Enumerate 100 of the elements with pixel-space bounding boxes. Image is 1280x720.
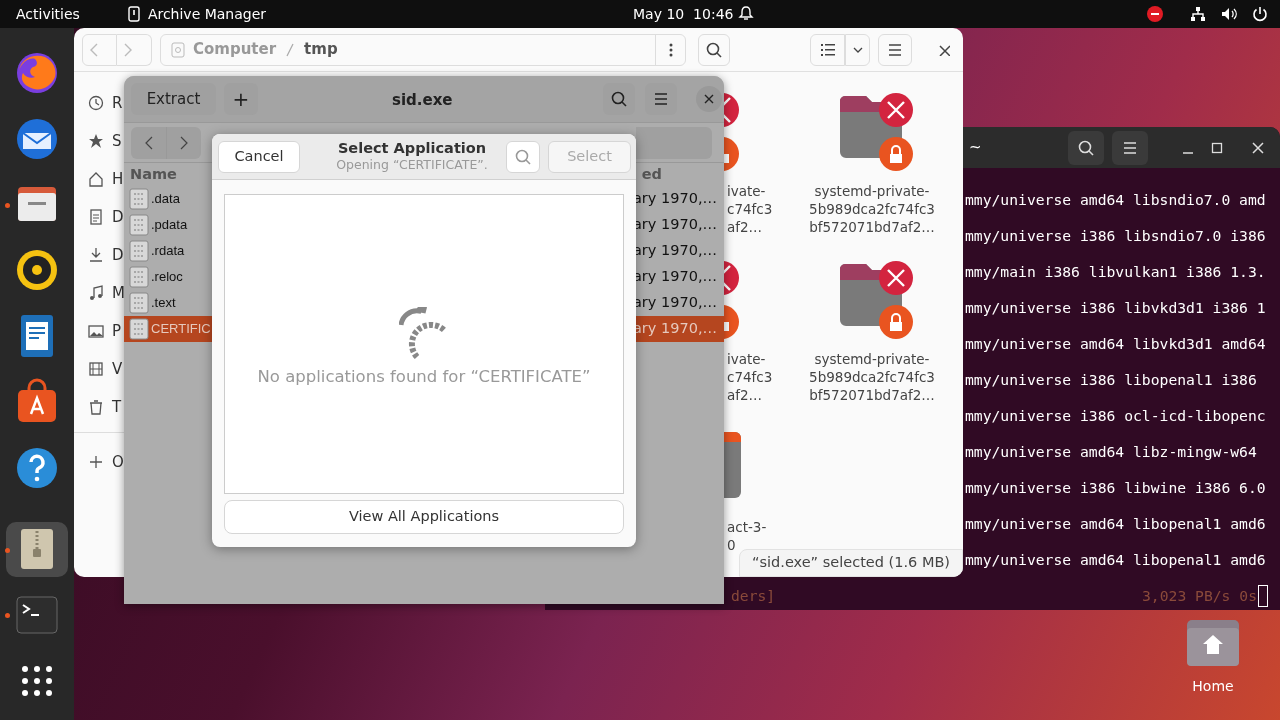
dialog-title: Select Application [337, 139, 487, 157]
terminal-line: ders] [731, 586, 776, 606]
gears-icon [399, 307, 449, 361]
file-name[interactable]: systemd-private- 5b989dca2fc74fc3 bf572071bd7af2… [809, 182, 935, 236]
table-cell-text: .text [151, 294, 176, 313]
menu-button[interactable] [1112, 131, 1148, 165]
more-icon [668, 42, 673, 57]
binary-file-icon [129, 266, 149, 288]
forward-icon [123, 42, 133, 57]
archive-icon [127, 6, 140, 22]
maximize-icon[interactable] [1211, 142, 1223, 154]
folder-icon[interactable] [1185, 618, 1241, 668]
picture-icon [88, 323, 104, 339]
back-icon [143, 135, 154, 150]
menu-button[interactable] [878, 33, 912, 66]
window-title: sid.exe [392, 90, 453, 111]
window-title: ~ [969, 137, 982, 158]
download-icon [88, 247, 104, 263]
drive-icon [171, 41, 185, 58]
caret-icon [852, 46, 863, 53]
terminal-line: mmy/main i386 libvulkan1 i386 1.3. [965, 262, 1267, 282]
file-name[interactable]: ivate- c74fc3 af2… [724, 182, 773, 236]
search-button[interactable] [603, 83, 635, 115]
cancel-button[interactable]: Cancel [218, 140, 300, 173]
table-cell-text: .rdata [151, 242, 185, 261]
sidebar-item[interactable]: V [112, 357, 123, 381]
file-name[interactable]: ivate- c74fc3 af2… [724, 350, 773, 404]
menu-icon [1122, 140, 1138, 156]
trash-icon [88, 399, 104, 415]
clock[interactable]: May 10 10:46 [633, 3, 734, 25]
bell-icon [738, 5, 754, 21]
terminal-line: mmy/universe i386 ocl-icd-libopenc [965, 406, 1267, 426]
network-icon[interactable] [1190, 6, 1206, 22]
volume-icon[interactable] [1221, 6, 1237, 22]
close-icon[interactable] [938, 43, 950, 56]
binary-file-icon [129, 214, 149, 236]
plus-icon [88, 454, 104, 470]
film-icon [88, 361, 104, 377]
table-cell-text: .reloc [151, 268, 183, 287]
terminal-line: mmy/universe amd64 libopenal1 amd6 [965, 550, 1267, 570]
table-cell-text: CERTIFIC [151, 320, 211, 339]
list-icon [819, 42, 836, 57]
search-icon [1078, 140, 1094, 156]
binary-file-icon [129, 240, 149, 262]
search-icon [611, 91, 627, 107]
path-segment[interactable]: tmp [304, 38, 338, 61]
view-button[interactable] [810, 33, 845, 66]
close-button[interactable] [696, 86, 722, 112]
activities-button[interactable]: Activities [16, 3, 80, 25]
menu-icon [887, 41, 903, 58]
sidebar-item[interactable]: D [112, 205, 124, 229]
sidebar-item[interactable]: T [112, 395, 122, 419]
sidebar-item[interactable]: O [112, 450, 124, 474]
desktop-icon-label[interactable]: Home [1192, 676, 1234, 697]
menu-button[interactable] [645, 83, 677, 115]
terminal-line: mmy/universe amd64 libsndio7.0 amd [965, 190, 1267, 210]
table-cell-text: .data [151, 190, 180, 209]
sidebar-item[interactable]: S [112, 129, 122, 153]
terminal-line: mmy/universe amd64 libopenal1 amd6 [965, 514, 1267, 534]
binary-file-icon [129, 292, 149, 314]
terminal-line: mmy/universe amd64 libz-mingw-w64 [965, 442, 1258, 462]
sidebar-item[interactable]: M [112, 281, 125, 305]
view-all-button[interactable]: View All Applications [224, 500, 624, 534]
cursor [1258, 585, 1268, 607]
power-icon[interactable] [1252, 6, 1268, 22]
table-cell-text: .pdata [151, 216, 188, 235]
empty-message: No applications found for “CERTIFICATE” [257, 366, 591, 388]
document-icon [88, 209, 104, 225]
back-icon [89, 42, 99, 57]
sidebar-item[interactable]: H [112, 167, 124, 191]
sidebar-item[interactable]: P [112, 319, 122, 343]
search-button[interactable] [698, 33, 730, 66]
clock-icon [88, 95, 104, 111]
terminal-line: mmy/universe amd64 libvkd3d1 amd64 [965, 334, 1267, 354]
terminal-line: 3,023 PB/s 0s [1142, 586, 1257, 606]
terminal-line: mmy/universe i386 libsndio7.0 i386 [965, 226, 1267, 246]
terminal-line: mmy/universe i386 libopenal1 i386 [965, 370, 1258, 390]
location-field[interactable] [636, 126, 712, 159]
sidebar-item[interactable]: D [112, 243, 124, 267]
terminal-line: mmy/universe i386 libwine i386 6.0 [965, 478, 1267, 498]
close-icon [704, 94, 714, 104]
menu-icon [653, 91, 669, 107]
file-name[interactable]: systemd-private- 5b989dca2fc74fc3 bf572071bd7af2… [809, 350, 935, 404]
forward-icon [179, 135, 189, 150]
search-icon [515, 148, 531, 165]
status-bar: “sid.exe” selected (1.6 MB) [739, 549, 963, 577]
sidebar-item[interactable]: R [112, 91, 123, 115]
star-icon [88, 133, 104, 149]
binary-file-icon [129, 318, 149, 340]
add-button[interactable]: + [224, 83, 258, 115]
app-menu[interactable]: Archive Manager [147, 3, 267, 25]
binary-file-icon [129, 188, 149, 210]
search-button[interactable] [1068, 131, 1104, 165]
extract-button[interactable]: Extract [131, 83, 216, 115]
dialog-subtitle: Opening “CERTIFICATE”. [336, 157, 488, 173]
music-note-icon [88, 285, 104, 301]
do-not-disturb-icon[interactable] [1147, 6, 1163, 22]
search-icon [706, 41, 722, 58]
home-icon [88, 171, 104, 187]
terminal-line: mmy/universe i386 libvkd3d1 i386 1 [965, 298, 1267, 318]
